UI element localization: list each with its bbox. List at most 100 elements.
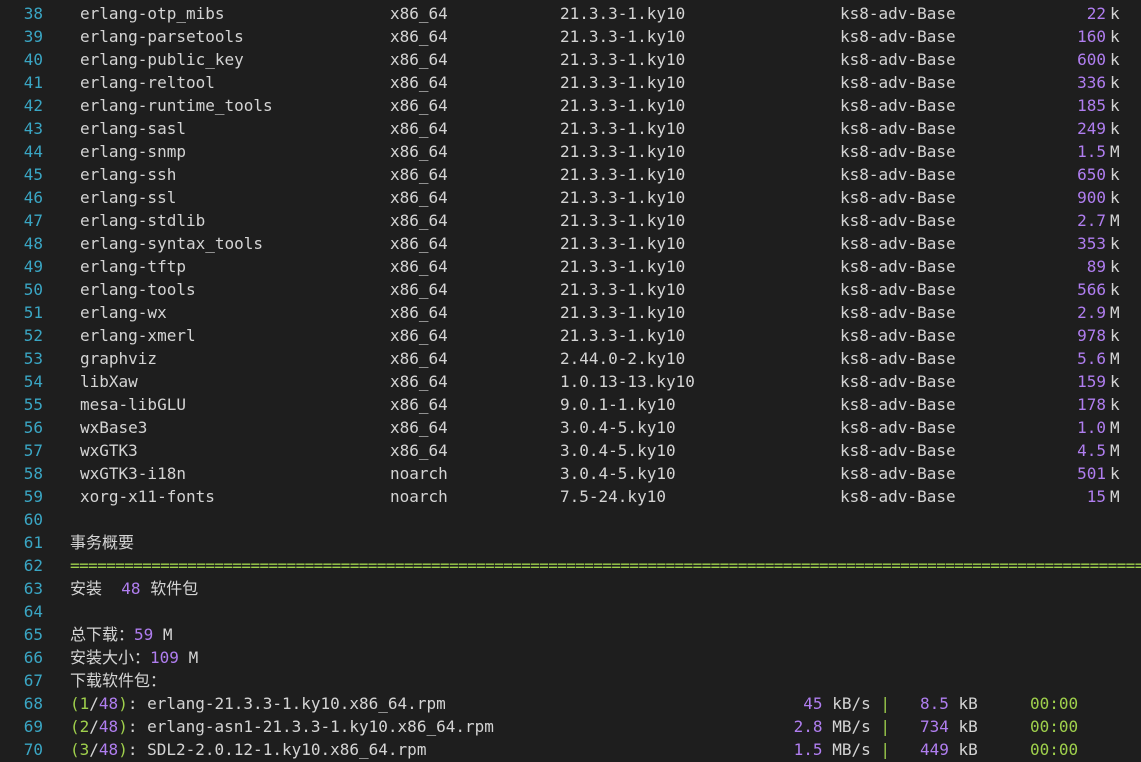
package-size-unit: M — [1110, 142, 1120, 161]
package-size: 650 — [1077, 165, 1106, 184]
package-size-unit: k — [1110, 165, 1120, 184]
line-number: 58 — [23, 464, 43, 483]
total-download-label: 总下载： — [70, 625, 135, 644]
package-repo: ks8-adv-Base — [840, 464, 956, 483]
line-number: 46 — [23, 188, 43, 207]
download-rate: 2.8 MB/s | — [793, 717, 890, 736]
download-item: (1/48): erlang-21.3.3-1.ky10.x86_64.rpm — [70, 694, 446, 713]
package-row: 50 erlang-tools x86_64 21.3.3-1.ky10 ks8-adv… — [0, 278, 1141, 301]
package-name: erlang-xmerl — [80, 326, 196, 345]
download-file: erlang-asn1-21.3.3-1.ky10.x86_64.rpm — [147, 717, 494, 736]
total-download-row: 65 总下载：59 M — [0, 623, 1141, 646]
package-version: 21.3.3-1.ky10 — [560, 326, 686, 345]
package-size-unit: k — [1110, 395, 1120, 414]
package-repo: ks8-adv-Base — [840, 165, 956, 184]
line-number: 59 — [23, 487, 43, 506]
package-repo: ks8-adv-Base — [840, 211, 956, 230]
download-rate: 45 kB/s | — [803, 694, 890, 713]
package-name: graphviz — [80, 349, 158, 368]
package-name: erlang-reltool — [80, 73, 215, 92]
line-number: 50 — [23, 280, 43, 299]
package-row: 56 wxBase3 x86_64 3.0.4-5.ky10 ks8-adv-Base 1… — [0, 416, 1141, 439]
line-number: 52 — [23, 326, 43, 345]
package-name: erlang-public_key — [80, 50, 244, 69]
package-row: 41 erlang-reltool x86_64 21.3.3-1.ky10 ks8-a… — [0, 71, 1141, 94]
package-version: 21.3.3-1.ky10 — [560, 4, 686, 23]
package-size-unit: M — [1110, 418, 1120, 437]
package-version: 3.0.4-5.ky10 — [560, 441, 676, 460]
download-size-value: 449 — [920, 740, 949, 759]
line-number: 63 — [23, 579, 43, 598]
package-row: 43 erlang-sasl x86_64 21.3.3-1.ky10 ks8-adv-… — [0, 117, 1141, 140]
package-version: 21.3.3-1.ky10 — [560, 96, 686, 115]
package-row: 54 libXaw x86_64 1.0.13-13.ky10 ks8-adv-Base… — [0, 370, 1141, 393]
package-size-unit: k — [1110, 96, 1120, 115]
line-number: 38 — [23, 4, 43, 23]
line-number: 44 — [23, 142, 43, 161]
download-size: 8.5 kB — [920, 692, 978, 715]
package-repo: ks8-adv-Base — [840, 487, 956, 506]
download-rate-value: 2.8 — [793, 717, 823, 736]
package-arch: x86_64 — [390, 395, 448, 414]
download-index: 2 — [79, 717, 90, 736]
package-name: erlang-tools — [80, 280, 196, 299]
line-number: 48 — [23, 234, 43, 253]
package-repo: ks8-adv-Base — [840, 119, 956, 138]
package-name: wxBase3 — [80, 418, 148, 437]
download-index: 3 — [79, 740, 90, 759]
package-version: 21.3.3-1.ky10 — [560, 234, 686, 253]
package-list: 38 erlang-otp_mibs x86_64 21.3.3-1.ky10 ks8-… — [0, 2, 1141, 508]
package-row: 46 erlang-ssl x86_64 21.3.3-1.ky10 ks8-adv-B… — [0, 186, 1141, 209]
package-name: erlang-runtime_tools — [80, 96, 273, 115]
package-version: 21.3.3-1.ky10 — [560, 188, 686, 207]
line-number: 41 — [23, 73, 43, 92]
package-arch: x86_64 — [390, 73, 448, 92]
downloading-row: 67 下载软件包： — [0, 669, 1141, 692]
install-label: 安装 — [70, 579, 103, 598]
line-number: 55 — [23, 395, 43, 414]
package-size: 566 — [1077, 280, 1106, 299]
total-download-unit: M — [162, 625, 173, 644]
line-number: 69 — [23, 717, 43, 736]
package-version: 21.3.3-1.ky10 — [560, 73, 686, 92]
package-repo: ks8-adv-Base — [840, 280, 956, 299]
package-size: 978 — [1077, 326, 1106, 345]
package-row: 48 erlang-syntax_tools x86_64 21.3.3-1.ky10… — [0, 232, 1141, 255]
package-size-unit: k — [1110, 372, 1120, 391]
package-row: 53 graphviz x86_64 2.44.0-2.ky10 ks8-adv-Bas… — [0, 347, 1141, 370]
line-number: 56 — [23, 418, 43, 437]
package-version: 9.0.1-1.ky10 — [560, 395, 676, 414]
download-file: erlang-21.3.3-1.ky10.x86_64.rpm — [147, 694, 446, 713]
package-size-unit: M — [1110, 349, 1120, 368]
line-number: 51 — [23, 303, 43, 322]
package-version: 3.0.4-5.ky10 — [560, 418, 676, 437]
install-size-label: 安装大小： — [70, 648, 151, 667]
package-arch: x86_64 — [390, 280, 448, 299]
package-arch: x86_64 — [390, 188, 448, 207]
line-number: 54 — [23, 372, 43, 391]
package-size: 5.6 — [1077, 349, 1106, 368]
package-size-unit: k — [1110, 27, 1120, 46]
download-time: 00:00 — [1030, 694, 1079, 713]
package-size: 185 — [1077, 96, 1106, 115]
package-arch: noarch — [390, 487, 448, 506]
package-size: 600 — [1077, 50, 1106, 69]
package-name: erlang-ssh — [80, 165, 177, 184]
package-arch: x86_64 — [390, 418, 448, 437]
package-name: erlang-snmp — [80, 142, 186, 161]
package-size-unit: M — [1110, 441, 1120, 460]
package-version: 7.5-24.ky10 — [560, 487, 666, 506]
package-name: libXaw — [80, 372, 138, 391]
package-arch: x86_64 — [390, 441, 448, 460]
package-arch: x86_64 — [390, 234, 448, 253]
line-number: 68 — [23, 694, 43, 713]
package-size-unit: M — [1110, 303, 1120, 322]
package-row: 44 erlang-snmp x86_64 21.3.3-1.ky10 ks8-adv-… — [0, 140, 1141, 163]
line-number: 47 — [23, 211, 43, 230]
package-version: 21.3.3-1.ky10 — [560, 257, 686, 276]
package-size-unit: M — [1110, 211, 1120, 230]
package-row: 39 erlang-parsetools x86_64 21.3.3-1.ky10 ks… — [0, 25, 1141, 48]
package-arch: x86_64 — [390, 50, 448, 69]
package-repo: ks8-adv-Base — [840, 395, 956, 414]
install-size: 安装大小：109 M — [70, 646, 198, 669]
